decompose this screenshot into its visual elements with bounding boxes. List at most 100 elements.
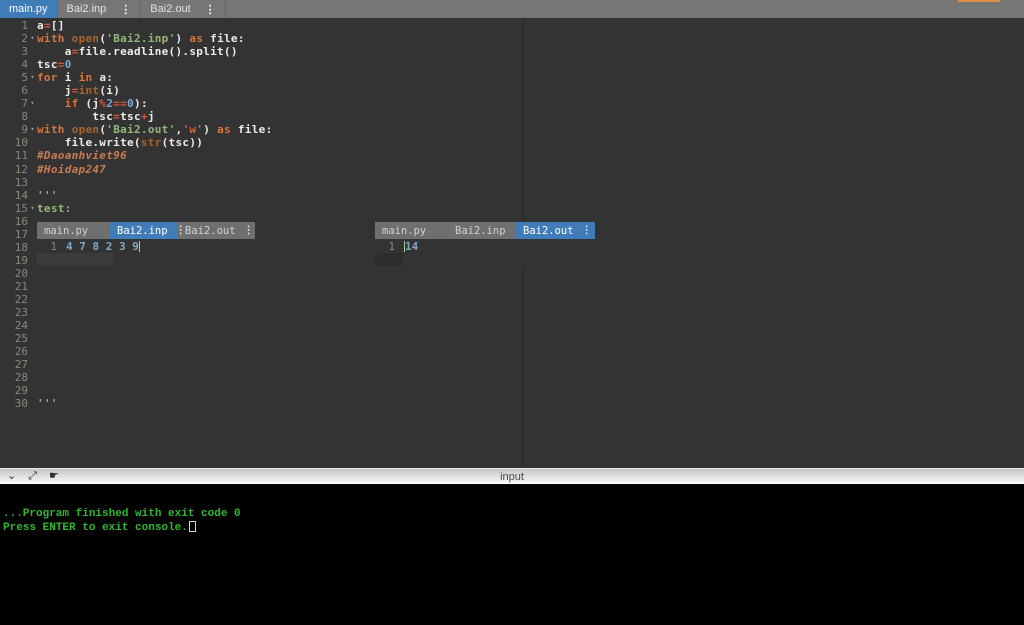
code-token: tsc (37, 58, 58, 72)
code-token: file.readline().split() (78, 45, 238, 59)
line-number: 14 (14, 188, 28, 202)
tab-main-py[interactable]: main.py (0, 0, 58, 18)
mini-tab-main-py[interactable]: main.py (37, 222, 110, 239)
code-line[interactable]: 2 ▾ with open('Bai2.inp') as file: (0, 32, 1024, 45)
code-token: j (37, 84, 72, 98)
mini-tab-bai2-inp[interactable]: Bai2.inp ⋮ (110, 222, 186, 239)
code-token: [] (50, 19, 65, 32)
code-token: tsc (120, 110, 141, 124)
code-line[interactable]: 25 (0, 332, 1024, 345)
fold-marker-icon (28, 176, 37, 189)
line-number: 15 (14, 201, 28, 215)
code-token: = (71, 45, 79, 59)
mini-tab-bai2-out[interactable]: Bai2.out ⋮ (178, 222, 255, 239)
code-line[interactable]: 23 (0, 306, 1024, 319)
fold-marker-icon (28, 345, 37, 358)
code-token: #Hoidap247 (37, 162, 107, 176)
terminal-cursor (188, 520, 196, 532)
code-line-text: j=int(i) (37, 84, 120, 97)
code-line[interactable]: 28 (0, 371, 1024, 384)
tab-menu-icon[interactable]: ⋮ (120, 3, 131, 16)
code-line[interactable]: 8 tsc=tsc+j (0, 110, 1024, 123)
code-line[interactable]: 15 ▾ test: (0, 202, 1024, 215)
code-line[interactable]: 7 ▾ if (j%2==0): (0, 97, 1024, 110)
code-line[interactable]: 29 (0, 384, 1024, 397)
tab-menu-icon[interactable]: ⋮ (582, 225, 592, 236)
line-number: 23 (14, 306, 28, 320)
tab-bai2-out[interactable]: Bai2.out ⋮ (141, 0, 226, 18)
mini-editor-line[interactable]: 1 14 (375, 239, 595, 253)
fold-marker-icon (28, 189, 37, 202)
code-line[interactable]: 9 ▾ with open('Bai2.out','w') as file: (0, 123, 1024, 136)
code-token: open (71, 32, 100, 46)
code-token: j (147, 110, 155, 124)
tab-menu-icon[interactable]: ⋮ (244, 225, 254, 236)
code-line[interactable]: 20 (0, 267, 1024, 280)
code-line-text: for i in a: (37, 71, 113, 84)
code-line[interactable]: 27 (0, 358, 1024, 371)
fold-marker-icon (28, 241, 37, 254)
code-token: as (217, 123, 231, 137)
fold-marker-icon[interactable]: ▾ (28, 97, 37, 110)
fold-marker-icon[interactable]: ▾ (28, 123, 37, 136)
code-token: (tsc)) (161, 136, 204, 150)
mini-tab-main-py[interactable]: main.py (375, 222, 448, 239)
mini-tab-bai2-inp[interactable]: Bai2.inp ⋮ (448, 222, 524, 239)
code-line[interactable]: 11 #Daoanhviet96 (0, 149, 1024, 162)
code-line[interactable]: 1 a=[] (0, 19, 1024, 32)
code-line[interactable]: 12 #Hoidap247 (0, 163, 1024, 176)
code-line-text: ''' (37, 397, 58, 410)
code-line[interactable]: 24 (0, 319, 1024, 332)
ide-window: main.py Bai2.inp ⋮ Bai2.out ⋮ 1 a=[] 2 ▾ wit… (0, 0, 1024, 625)
code-line-text: tsc=tsc+j (37, 110, 155, 123)
code-token: a: (92, 71, 114, 85)
active-line-highlight (375, 253, 403, 266)
fold-marker-icon (28, 110, 37, 123)
code-token: + (140, 110, 148, 124)
mini-editor-line[interactable] (375, 253, 595, 266)
console-output[interactable]: ...Program finished with exit code 0 Pre… (0, 486, 1024, 625)
fold-marker-icon (28, 319, 37, 332)
tab-label: Bai2.inp (66, 3, 107, 15)
code-editor[interactable]: 1 a=[] 2 ▾ with open('Bai2.inp') as file: 3 a… (0, 18, 1024, 468)
code-lines: 1 a=[] 2 ▾ with open('Bai2.inp') as file: 3 a… (0, 19, 1024, 410)
code-line[interactable]: 6 j=int(i) (0, 84, 1024, 97)
code-line[interactable]: 14 ''' (0, 189, 1024, 202)
fold-marker-icon[interactable]: ▾ (28, 202, 37, 215)
code-line[interactable]: 21 (0, 280, 1024, 293)
fold-marker-icon (28, 293, 37, 306)
code-token: with (37, 123, 65, 137)
code-token: = (43, 19, 51, 32)
line-number: 11 (14, 149, 28, 163)
line-number: 16 (14, 214, 28, 228)
code-line[interactable]: 22 (0, 293, 1024, 306)
code-line[interactable]: 13 (0, 176, 1024, 189)
tab-menu-icon[interactable]: ⋮ (205, 3, 216, 16)
code-token: open (71, 123, 100, 137)
code-line-text: #Hoidap247 (37, 163, 106, 176)
code-line[interactable]: 5 ▾ for i in a: (0, 71, 1024, 84)
code-token: 'Bai2.inp' (106, 32, 176, 46)
fold-marker-icon[interactable]: ▾ (28, 32, 37, 45)
console-title: input (500, 470, 524, 483)
code-token: ) (175, 32, 190, 46)
line-number: 9 (21, 123, 28, 137)
code-line[interactable]: 26 (0, 345, 1024, 358)
code-line[interactable]: 4 tsc=0 (0, 58, 1024, 71)
code-line-text: a=[] (37, 19, 65, 32)
code-line-text: #Daoanhviet96 (37, 149, 127, 162)
code-line[interactable]: 3 a=file.readline().split() (0, 45, 1024, 58)
mini-tab-bai2-out[interactable]: Bai2.out ⋮ (516, 222, 595, 239)
code-token: (j (78, 97, 100, 111)
mini-editor-line[interactable]: 1 4 7 8 2 3 9 (37, 239, 255, 253)
code-line[interactable]: 30 ''' (0, 397, 1024, 410)
code-token: if (64, 97, 79, 111)
line-number: 2 (21, 32, 28, 46)
code-token: in (78, 71, 93, 85)
code-token: (i) (99, 84, 121, 98)
fold-marker-icon[interactable]: ▾ (28, 71, 37, 84)
code-token: a (37, 45, 72, 59)
tab-bai2-inp[interactable]: Bai2.inp ⋮ (58, 0, 142, 18)
mini-editor-line[interactable] (37, 253, 255, 266)
code-line[interactable]: 10 file.write(str(tsc)) (0, 136, 1024, 149)
